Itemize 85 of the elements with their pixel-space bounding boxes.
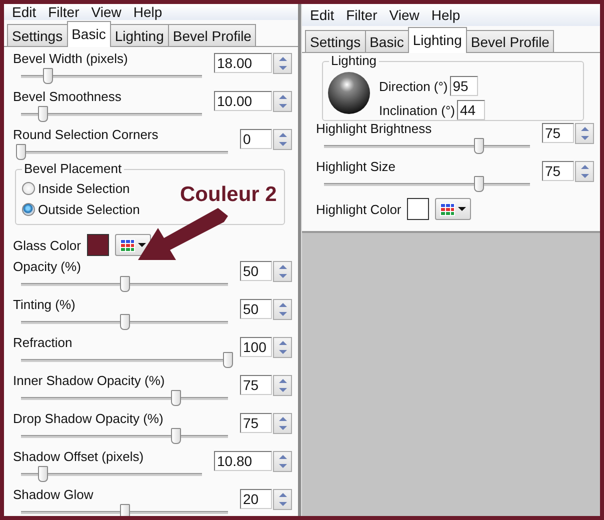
field-label: Inclination (°) bbox=[379, 102, 456, 118]
color-swatch[interactable] bbox=[407, 198, 430, 220]
number-field[interactable]: 50 bbox=[240, 261, 272, 281]
group-title: Bevel Placement bbox=[22, 161, 124, 176]
slider-label: Refraction bbox=[13, 335, 74, 350]
slider-label: Round Selection Corners bbox=[13, 127, 160, 142]
tab[interactable]: Settings bbox=[305, 30, 366, 52]
radio-button[interactable] bbox=[22, 182, 35, 195]
annotation-text: Couleur 2 bbox=[180, 183, 277, 207]
color-grid-icon bbox=[120, 238, 135, 252]
spin-button[interactable] bbox=[273, 375, 292, 396]
slider-label: Highlight Size bbox=[316, 159, 396, 174]
number-field[interactable]: 20 bbox=[240, 489, 272, 509]
slider-thumb[interactable] bbox=[120, 314, 130, 330]
slider-label: Shadow Glow bbox=[13, 487, 94, 502]
menu-item[interactable]: Help bbox=[427, 7, 468, 23]
number-field[interactable]: 75 bbox=[542, 123, 574, 143]
color-label: Highlight Color bbox=[316, 202, 402, 216]
spin-button[interactable] bbox=[273, 53, 292, 74]
menu-item[interactable]: View bbox=[385, 7, 428, 23]
spin-button[interactable] bbox=[273, 337, 292, 358]
slider-thumb[interactable] bbox=[16, 144, 26, 160]
slider-thumb[interactable] bbox=[120, 504, 130, 516]
tab[interactable]: Settings bbox=[7, 24, 68, 46]
color-label: Glass Color bbox=[13, 238, 81, 252]
menu-item[interactable]: Help bbox=[129, 4, 170, 20]
tab[interactable]: Basic bbox=[364, 30, 409, 52]
palette-dropdown[interactable] bbox=[435, 198, 472, 220]
spin-button[interactable] bbox=[273, 261, 292, 282]
spin-button[interactable] bbox=[273, 129, 292, 150]
menu-item[interactable]: Filter bbox=[44, 4, 88, 20]
tab[interactable]: Basic bbox=[66, 21, 111, 47]
slider-label: Opacity (%) bbox=[13, 259, 82, 274]
number-field[interactable]: 95 bbox=[450, 76, 478, 96]
spin-button[interactable] bbox=[273, 299, 292, 320]
spin-button[interactable] bbox=[575, 123, 594, 144]
tab[interactable]: Lighting bbox=[110, 24, 169, 46]
spin-button[interactable] bbox=[273, 451, 292, 472]
spin-button[interactable] bbox=[273, 413, 292, 434]
spin-button[interactable] bbox=[575, 161, 594, 182]
menu-item[interactable]: Filter bbox=[342, 7, 386, 23]
slider-thumb[interactable] bbox=[171, 428, 182, 444]
slider-label: Inner Shadow Opacity (%) bbox=[13, 373, 166, 388]
palette-dropdown[interactable] bbox=[114, 234, 151, 256]
slider-thumb[interactable] bbox=[120, 276, 130, 292]
slider-thumb[interactable] bbox=[223, 352, 233, 368]
number-field[interactable]: 10.00 bbox=[214, 91, 272, 111]
tab[interactable]: Lighting bbox=[408, 27, 467, 53]
number-field[interactable]: 75 bbox=[240, 375, 272, 395]
color-swatch[interactable] bbox=[86, 234, 109, 256]
slider-thumb[interactable] bbox=[38, 106, 48, 122]
slider-thumb[interactable] bbox=[474, 176, 484, 192]
slider-label: Tinting (%) bbox=[13, 297, 76, 312]
slider-label: Drop Shadow Opacity (%) bbox=[13, 411, 164, 426]
slider-label: Bevel Smoothness bbox=[13, 89, 122, 104]
slider-label: Bevel Width (pixels) bbox=[13, 51, 129, 66]
spin-button[interactable] bbox=[273, 489, 292, 510]
radio-option[interactable]: Inside Selection bbox=[22, 178, 130, 199]
number-field[interactable]: 0 bbox=[240, 129, 272, 149]
sphere-icon bbox=[327, 71, 371, 115]
field-label: Direction (°) bbox=[379, 78, 448, 94]
caret-icon bbox=[458, 207, 466, 211]
number-field[interactable]: 18.00 bbox=[214, 53, 272, 73]
slider-label: Highlight Brightness bbox=[316, 121, 433, 136]
number-field[interactable]: 50 bbox=[240, 299, 272, 319]
slider-thumb[interactable] bbox=[171, 390, 182, 406]
menu-item[interactable]: Edit bbox=[8, 4, 44, 20]
radio-button[interactable] bbox=[22, 203, 35, 216]
slider-thumb[interactable] bbox=[38, 466, 48, 482]
slider-label: Shadow Offset (pixels) bbox=[13, 449, 145, 464]
tab[interactable]: Bevel Profile bbox=[168, 24, 256, 46]
radio-option[interactable]: Outside Selection bbox=[22, 199, 140, 220]
number-field[interactable]: 75 bbox=[542, 161, 574, 181]
slider-thumb[interactable] bbox=[474, 138, 484, 154]
number-field[interactable]: 10.80 bbox=[214, 451, 272, 471]
color-grid-icon bbox=[440, 202, 456, 216]
number-field[interactable]: 75 bbox=[240, 413, 272, 433]
number-field[interactable]: 100 bbox=[240, 337, 272, 357]
spin-button[interactable] bbox=[273, 91, 292, 112]
number-field[interactable]: 44 bbox=[457, 100, 486, 120]
tab[interactable]: Bevel Profile bbox=[466, 30, 554, 52]
group-title: Lighting bbox=[329, 53, 379, 68]
menu-item[interactable]: Edit bbox=[306, 7, 342, 23]
slider-thumb[interactable] bbox=[43, 68, 54, 84]
menu-item[interactable]: View bbox=[87, 4, 130, 20]
